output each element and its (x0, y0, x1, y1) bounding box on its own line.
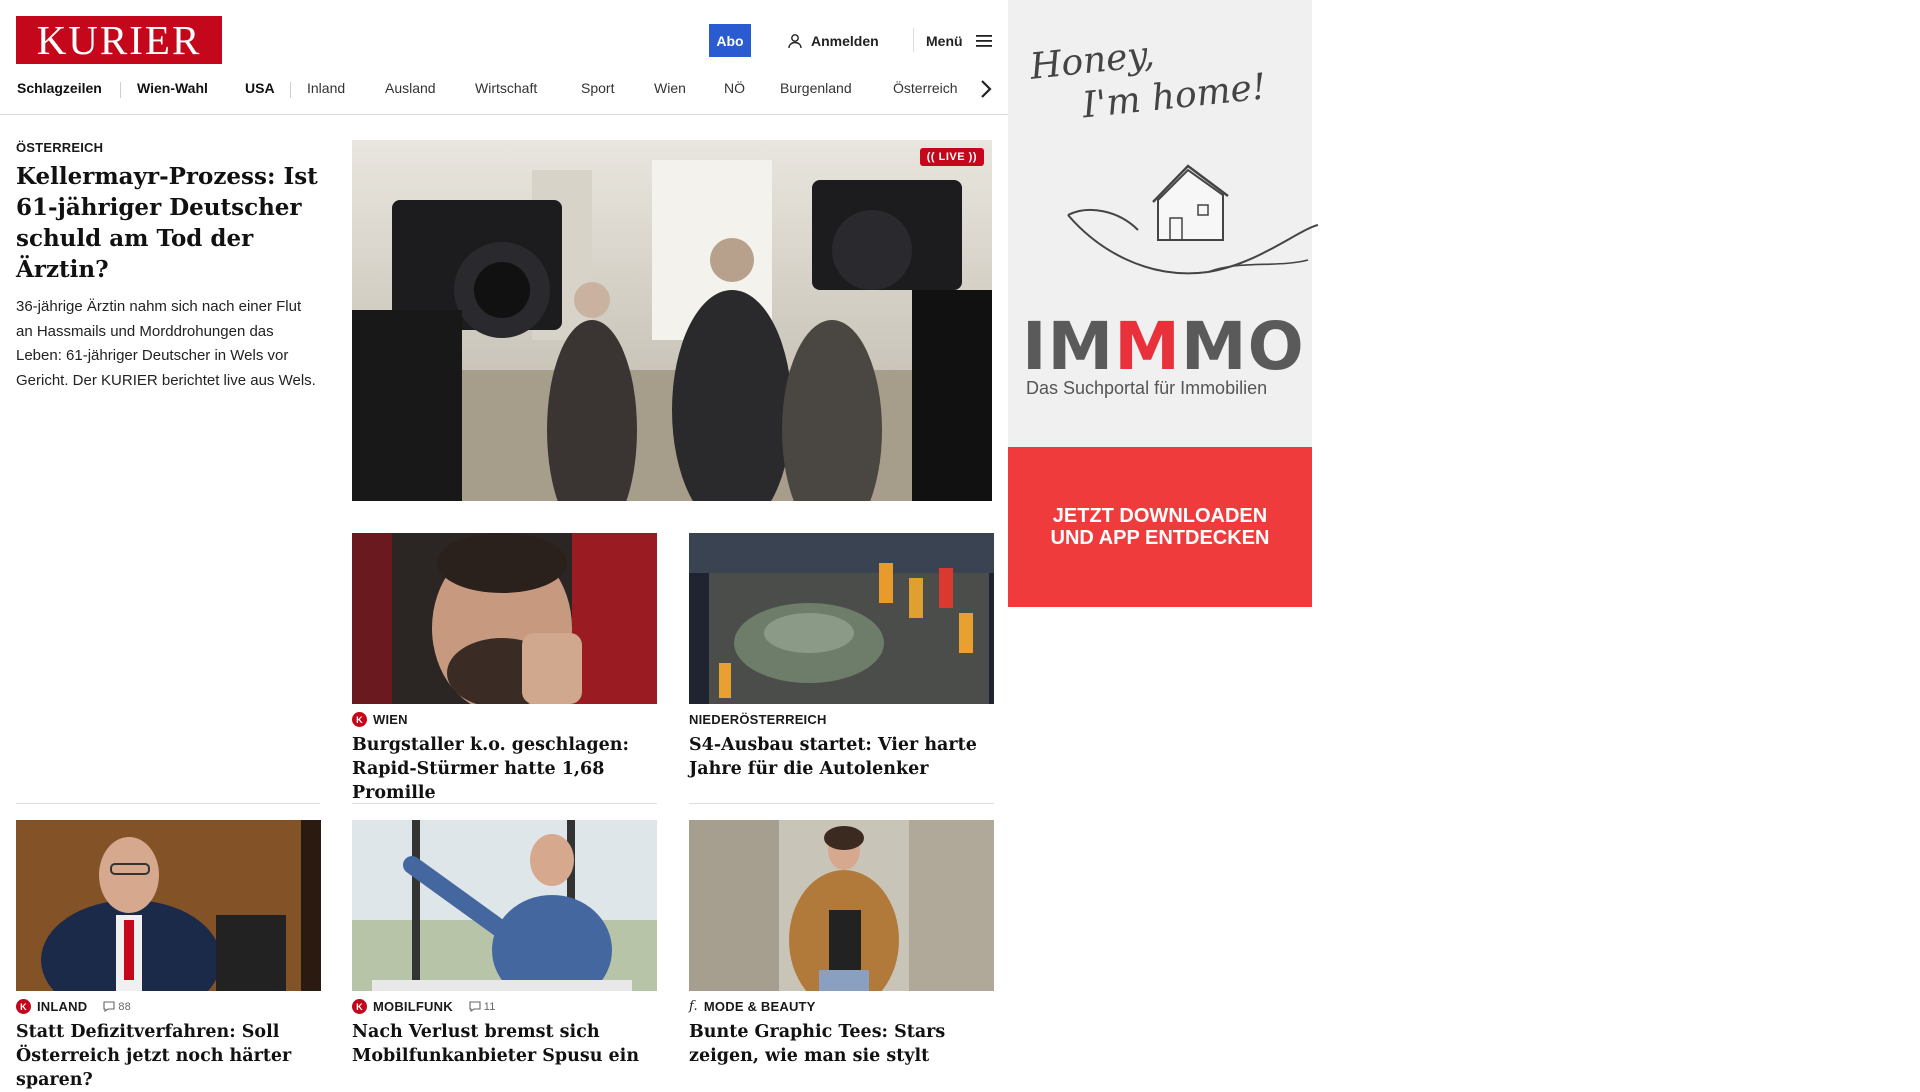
ad-brand-part: M (1114, 308, 1181, 385)
lead-teaser: 36-jährige Ärztin nahm sich nach einer F… (16, 298, 316, 389)
lead-photo (352, 140, 992, 501)
card-kicker: K WIEN (352, 712, 656, 727)
nav-divider (120, 82, 121, 98)
ad-cta-label: JETZT DOWNLOADEN UND APP ENTDECKEN (1051, 505, 1270, 549)
card-kicker: f. MODE & BEAUTY (689, 999, 993, 1014)
hamburger-icon (975, 35, 992, 47)
card-kicker: NIEDERÖSTERREICH (689, 712, 993, 727)
card-headline[interactable]: Statt Defizitverfahren: Soll Österreich … (16, 1020, 320, 1092)
freizeit-icon: f. (689, 999, 698, 1014)
card-photo (352, 533, 657, 704)
nav-item-ausland[interactable]: Ausland (385, 80, 436, 96)
card-wien[interactable]: K WIEN Burgstaller k.o. geschlagen: Rapi… (352, 712, 656, 805)
divider (689, 803, 994, 804)
house-in-hand-icon (1067, 164, 1318, 275)
immmo-advertisement[interactable]: Honey, I'm home! IMMMO Das Suchportal fü… (1008, 0, 1318, 607)
lead-kicker: ÖSTERREICH (16, 140, 104, 155)
nav-item-schlagzeilen[interactable]: Schlagzeilen (17, 80, 102, 96)
kurier-plus-icon: K (352, 999, 367, 1014)
ad-cta-line: UND APP ENTDECKEN (1050, 527, 1270, 549)
nav-item-burgenland[interactable]: Burgenland (780, 80, 852, 96)
card-mode[interactable]: f. MODE & BEAUTY Bunte Graphic Tees: Sta… (689, 999, 993, 1068)
nav-item-wien[interactable]: Wien (654, 80, 686, 96)
card-headline[interactable]: S4-Ausbau startet: Vier harte Jahre für … (689, 733, 993, 781)
card-kicker-label: MODE & BEAUTY (703, 999, 816, 1014)
live-icon: )) (968, 151, 977, 163)
header-divider (913, 28, 914, 52)
card-headline[interactable]: Nach Verlust bremst sich Mobilfunkanbiet… (352, 1020, 656, 1068)
menu-button[interactable]: Menü (926, 30, 993, 52)
nav-item-wirtschaft[interactable]: Wirtschaft (475, 80, 537, 96)
card-kicker: K MOBILFUNK 11 (352, 999, 656, 1014)
comment-icon (469, 1001, 481, 1012)
ad-script-text: Honey, I'm home! (1028, 22, 1268, 134)
login-label: Anmelden (811, 33, 879, 49)
nav-item-sport[interactable]: Sport (581, 80, 614, 96)
section-navigation: Schlagzeilen Wien-Wahl USA Inland Auslan… (0, 76, 1008, 102)
card-image-wien[interactable] (352, 533, 657, 704)
chevron-right-icon[interactable] (976, 78, 996, 100)
card-headline[interactable]: Burgstaller k.o. geschlagen: Rapid-Stürm… (352, 733, 656, 805)
comment-icon (103, 1001, 115, 1012)
comment-count[interactable]: 11 (469, 1001, 496, 1013)
comment-count-value: 11 (483, 1000, 496, 1013)
nav-item-oesterreich[interactable]: Österreich (893, 80, 958, 96)
ad-subtitle: Das Suchportal für Immobilien (1026, 378, 1268, 398)
card-photo (16, 820, 321, 991)
user-icon (788, 34, 802, 49)
login-button[interactable]: Anmelden (787, 30, 879, 52)
card-kicker: K INLAND 88 (16, 999, 320, 1014)
card-image-inland[interactable] (16, 820, 321, 991)
card-photo (689, 820, 994, 991)
kurier-logo[interactable]: KURIER (16, 16, 222, 64)
nav-item-usa[interactable]: USA (245, 80, 275, 96)
card-kicker-label: INLAND (37, 999, 88, 1014)
card-headline[interactable]: Bunte Graphic Tees: Stars zeigen, wie ma… (689, 1020, 993, 1068)
divider (16, 803, 320, 804)
lead-headline[interactable]: Kellermayr-Prozess: Ist 61-jähriger Deut… (16, 161, 320, 285)
ad-brand-part: MO (1180, 308, 1305, 385)
lead-image[interactable]: (( LIVE )) (352, 140, 992, 501)
live-badge: (( LIVE )) (919, 148, 984, 166)
live-label: LIVE (938, 151, 966, 163)
site-header: KURIER Abo Anmelden Menü Schlagzeilen Wi… (0, 0, 1008, 115)
nav-divider (290, 82, 291, 98)
card-image-mode[interactable] (689, 820, 994, 991)
kurier-plus-icon: K (16, 999, 31, 1014)
nav-item-wien-wahl[interactable]: Wien-Wahl (137, 80, 208, 96)
live-icon: (( (926, 151, 936, 163)
card-kicker-label: MOBILFUNK (373, 999, 453, 1014)
card-photo (352, 820, 657, 991)
card-image-noe[interactable] (689, 533, 994, 704)
card-kicker-label: NIEDERÖSTERREICH (689, 712, 827, 727)
comment-count[interactable]: 88 (103, 1001, 131, 1013)
abo-button[interactable]: Abo (709, 24, 751, 57)
card-kicker-label: WIEN (373, 712, 408, 727)
comment-count-value: 88 (118, 1000, 131, 1013)
ad-download-button[interactable]: JETZT DOWNLOADEN UND APP ENTDECKEN (1008, 447, 1312, 607)
nav-item-inland[interactable]: Inland (307, 80, 345, 96)
ad-brand-part: IM (1022, 308, 1115, 385)
divider (352, 803, 657, 804)
menu-label: Menü (926, 33, 963, 49)
card-photo (689, 533, 994, 704)
immmo-logo: IMMMO (1022, 308, 1305, 385)
nav-item-noe[interactable]: NÖ (724, 80, 745, 96)
lead-article-text[interactable]: ÖSTERREICH Kellermayr-Prozess: Ist 61-jä… (16, 140, 320, 393)
card-noe[interactable]: NIEDERÖSTERREICH S4-Ausbau startet: Vier… (689, 712, 993, 781)
card-image-mobilfunk[interactable] (352, 820, 657, 991)
ad-cta-line: JETZT DOWNLOADEN (1052, 505, 1268, 527)
kurier-plus-icon: K (352, 712, 367, 727)
card-inland[interactable]: K INLAND 88 Statt Defizitverfahren: Soll… (16, 999, 320, 1092)
card-mobilfunk[interactable]: K MOBILFUNK 11 Nach Verlust bremst sich … (352, 999, 656, 1068)
